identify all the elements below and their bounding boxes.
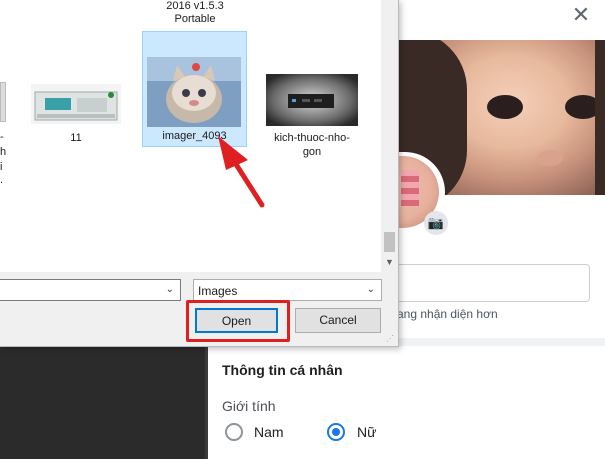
profile-hint-text: ang nhận diện hơn bbox=[397, 307, 498, 321]
file-type-value: Images bbox=[198, 284, 238, 298]
mini-pc-photo-icon bbox=[266, 74, 358, 126]
file-type-select[interactable]: Images ⌄ bbox=[193, 279, 382, 301]
background-dark-area bbox=[0, 346, 209, 459]
resize-grip-icon[interactable]: ⋰ bbox=[386, 334, 396, 344]
printer-image-icon bbox=[31, 84, 121, 124]
filename-input[interactable]: ⌄ bbox=[0, 279, 181, 301]
cancel-button[interactable]: Cancel bbox=[295, 308, 381, 333]
partial-file-label: . bbox=[0, 174, 4, 186]
file-item[interactable]: 11 bbox=[28, 70, 124, 150]
profile-name-input[interactable] bbox=[390, 264, 590, 302]
open-button-highlight bbox=[186, 300, 290, 342]
partial-file-label: i bbox=[0, 161, 3, 173]
chevron-down-icon[interactable]: ⌄ bbox=[166, 284, 174, 295]
file-open-dialog: 2016 v1.5.3 Portable - h i . 11 imager_4… bbox=[0, 0, 399, 347]
vertical-scrollbar[interactable]: ▼ bbox=[381, 0, 398, 272]
file-name: 11 bbox=[70, 132, 82, 144]
scroll-down-icon[interactable]: ▼ bbox=[381, 254, 398, 270]
cat-photo-icon bbox=[147, 57, 241, 127]
gender-radio-nu[interactable] bbox=[327, 423, 345, 441]
gender-label: Giới tính bbox=[222, 398, 276, 414]
gender-radio-nam[interactable] bbox=[225, 423, 243, 441]
partial-file-label: h bbox=[0, 146, 7, 158]
close-icon[interactable]: ✕ bbox=[568, 2, 594, 28]
file-label-top: 2016 v1.5.3 Portable bbox=[166, 0, 224, 25]
gender-option-label: Nữ bbox=[357, 424, 377, 440]
file-item-selected[interactable]: imager_4093 bbox=[142, 31, 247, 147]
partial-file-label: - bbox=[0, 131, 4, 143]
file-item[interactable]: kich-thuoc-nho- gon bbox=[262, 70, 362, 162]
gender-option-label: Nam bbox=[254, 424, 284, 440]
file-name: kich-thuoc-nho- bbox=[274, 132, 350, 144]
camera-icon[interactable]: 📷 bbox=[424, 211, 448, 235]
chevron-down-icon[interactable]: ⌄ bbox=[367, 284, 375, 295]
file-name: gon bbox=[302, 146, 322, 158]
partial-file-thumb[interactable] bbox=[0, 82, 6, 122]
section-title: Thông tin cá nhân bbox=[222, 362, 343, 378]
scrollbar-thumb[interactable] bbox=[384, 232, 395, 252]
file-name: imager_4093 bbox=[162, 130, 227, 142]
